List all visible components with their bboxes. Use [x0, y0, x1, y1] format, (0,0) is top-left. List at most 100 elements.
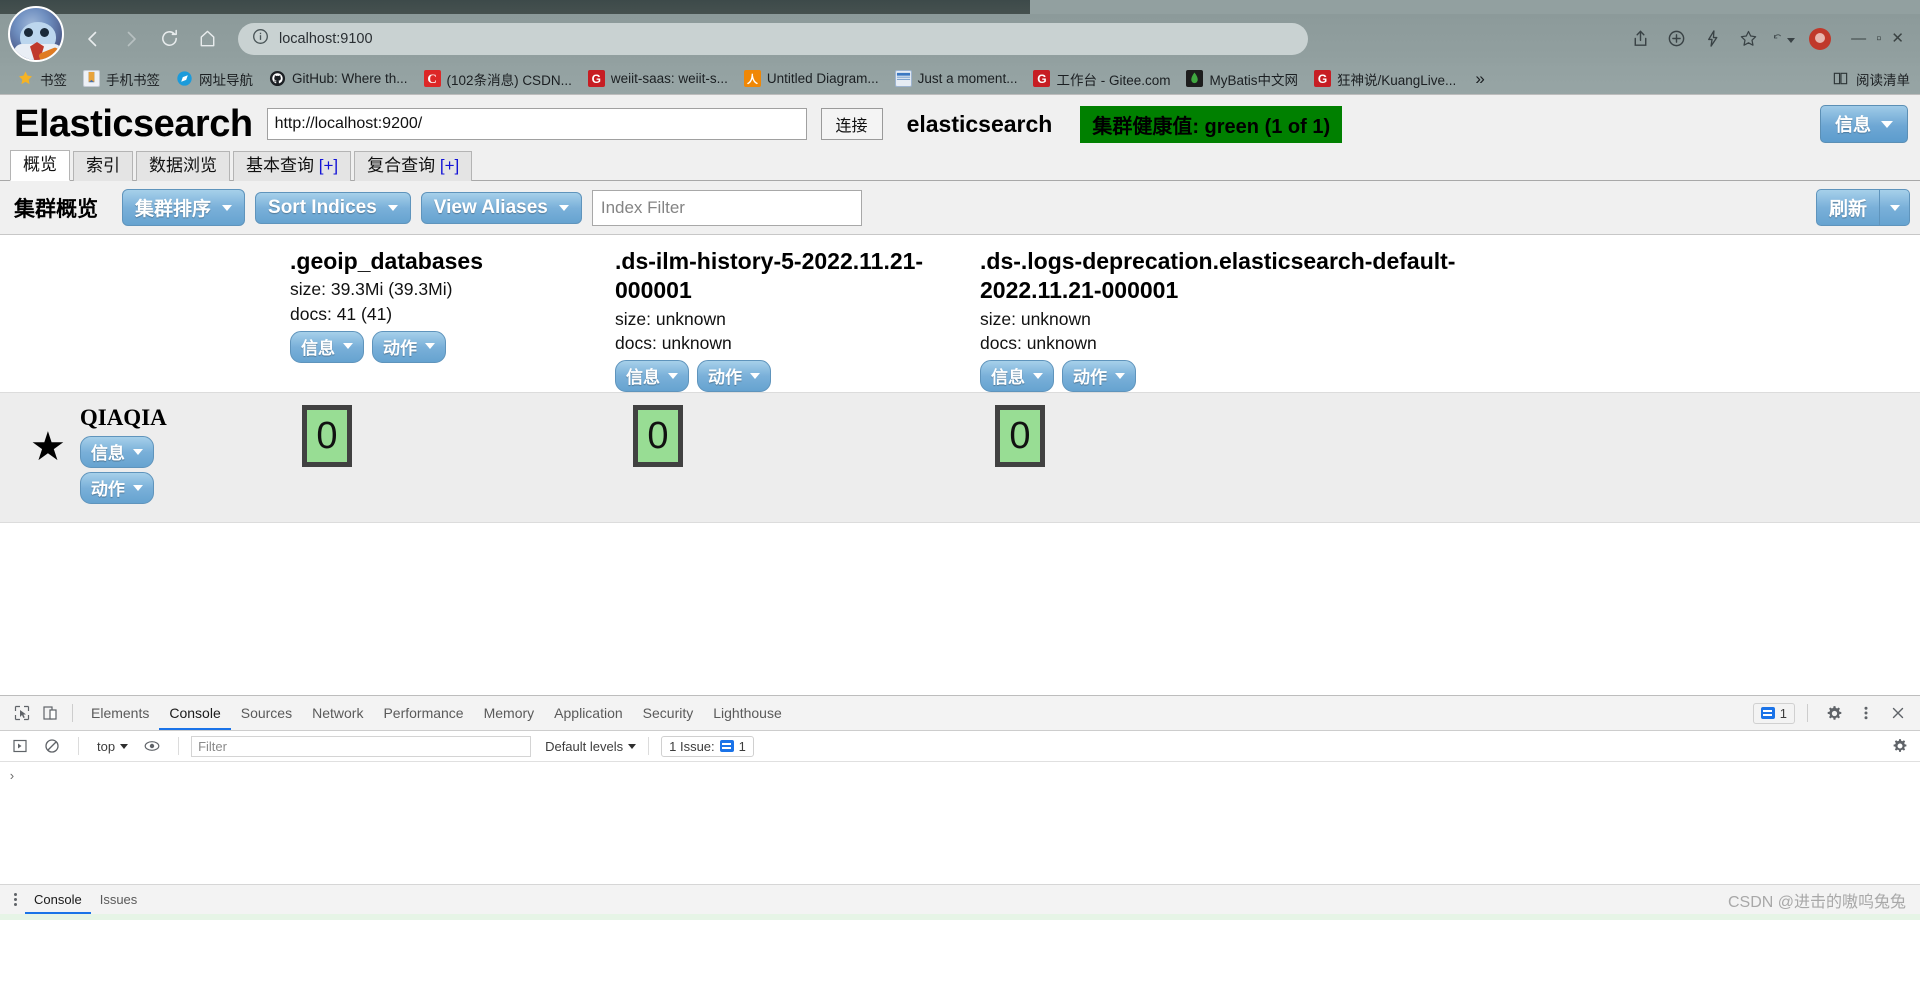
bookmark-item-7[interactable]: Just a moment... — [888, 68, 1025, 89]
bookmark-item-3[interactable]: GitHub: Where th... — [262, 68, 415, 89]
sort-indices-button[interactable]: Sort Indices — [255, 191, 411, 224]
node-info-button[interactable]: 信息 — [79, 436, 154, 469]
refresh-button[interactable]: 刷新 — [1815, 189, 1880, 226]
sort-cluster-button[interactable]: 集群排序 — [122, 189, 246, 226]
index-action-button[interactable]: 动作 — [1062, 360, 1136, 393]
gear-icon[interactable] — [1820, 699, 1848, 727]
tab-overview[interactable]: 概览 — [10, 150, 70, 181]
tab-indices[interactable]: 索引 — [73, 151, 133, 181]
issues-counter-button[interactable]: 1 — [1752, 702, 1795, 724]
console-issues-count: 1 — [738, 738, 746, 754]
es-url-input[interactable] — [266, 108, 807, 140]
shard-box[interactable]: 0 — [633, 405, 683, 468]
index-info-button[interactable]: 信息 — [980, 360, 1054, 393]
devtools-tab-memory[interactable]: Memory — [474, 697, 545, 730]
es-header-info-label: 信息 — [1835, 115, 1871, 135]
more-vertical-icon[interactable] — [6, 893, 25, 907]
shard-box[interactable]: 0 — [995, 405, 1045, 468]
bookmark-star-icon[interactable] — [1737, 28, 1759, 50]
bookmark-item-2[interactable]: 网址导航 — [169, 67, 260, 91]
site-info-icon[interactable] — [252, 28, 269, 50]
reading-list-button[interactable]: 阅读清单 — [1832, 69, 1914, 89]
console-context-label: top — [97, 738, 116, 754]
bookmark-item-0[interactable]: 书签 — [10, 67, 74, 91]
address-bar[interactable]: localhost:9100 — [238, 22, 1308, 55]
execute-snippet-icon[interactable] — [6, 732, 34, 760]
more-vertical-icon[interactable] — [1852, 699, 1880, 727]
devtools-panel: Elements Console Sources Network Perform… — [0, 695, 1920, 921]
drawer-tab-console[interactable]: Console — [25, 886, 91, 914]
console-levels-selector[interactable]: Default levels — [545, 739, 637, 754]
minimize-button[interactable]: — — [1851, 31, 1866, 46]
view-aliases-button[interactable]: View Aliases — [420, 191, 582, 224]
history-sync-icon[interactable] — [1773, 28, 1796, 50]
console-issues-chip[interactable]: 1 Issue: 1 — [661, 735, 754, 757]
console-output[interactable]: › — [0, 762, 1920, 885]
bookmark-item-6[interactable]: 人 Untitled Diagram... — [737, 68, 886, 89]
index-action-button[interactable]: 动作 — [372, 330, 446, 363]
reading-list-label: 阅读清单 — [1856, 72, 1910, 88]
chevron-down-icon — [558, 204, 569, 211]
lightning-icon[interactable] — [1701, 28, 1723, 50]
browser-chrome: localhost:9100 — ▫ ✕ 书签 手机书签 网址导航 GitHub… — [0, 0, 1920, 94]
share-icon[interactable] — [1629, 28, 1651, 50]
devtools-tab-sources[interactable]: Sources — [231, 697, 302, 730]
devtools-tab-elements[interactable]: Elements — [81, 697, 159, 730]
bookmark-item-10[interactable]: G 狂神说/KuangLive... — [1307, 67, 1463, 91]
tab-basic-query[interactable]: 基本查询 [+] — [233, 151, 352, 181]
devtools-tab-application[interactable]: Application — [544, 697, 633, 730]
reload-button[interactable] — [152, 22, 186, 56]
bookmarks-overflow-button[interactable]: » — [1469, 69, 1490, 89]
refresh-dropdown-button[interactable] — [1880, 189, 1910, 226]
close-window-button[interactable]: ✕ — [1891, 31, 1904, 46]
index-action-button[interactable]: 动作 — [697, 360, 771, 393]
console-filter-input[interactable] — [191, 735, 532, 757]
devtools-tab-security[interactable]: Security — [633, 697, 704, 730]
index-filter-input[interactable] — [591, 189, 862, 226]
index-size: size: 39.3Mi (39.3Mi) — [290, 279, 453, 300]
shard-box[interactable]: 0 — [302, 405, 352, 468]
user-avatar-icon[interactable] — [1809, 27, 1832, 50]
bookmark-label: 手机书签 — [106, 72, 160, 88]
drawer-tab-issues[interactable]: Issues — [91, 886, 147, 914]
bookmark-item-4[interactable]: C (102条消息) CSDN... — [417, 67, 579, 91]
console-context-selector[interactable]: top — [91, 737, 134, 756]
live-expression-icon[interactable] — [138, 732, 166, 760]
console-settings-gear-icon[interactable] — [1886, 732, 1914, 760]
tab-composite-query[interactable]: 复合查询 [+] — [354, 151, 473, 181]
bookmark-item-9[interactable]: MyBatis中文网 — [1179, 67, 1305, 91]
avatar-eye-right — [40, 28, 49, 37]
index-column-1: .ds-ilm-history-5-2022.11.21-000001 size… — [615, 247, 980, 393]
profile-avatar[interactable] — [8, 6, 64, 62]
filterbar-divider — [648, 737, 650, 756]
tab-plus: [+] — [318, 156, 339, 176]
bookmark-label: (102条消息) CSDN... — [446, 72, 572, 88]
devtools-tab-console[interactable]: Console — [159, 697, 231, 730]
filterbar-divider — [178, 737, 180, 756]
forward-button[interactable] — [114, 22, 148, 56]
close-icon[interactable] — [1884, 699, 1912, 727]
device-toolbar-icon[interactable] — [36, 699, 64, 727]
bookmark-item-5[interactable]: G weiit-saas: weiit-s... — [581, 68, 735, 89]
clear-console-icon[interactable] — [38, 732, 66, 760]
chevron-down-icon — [222, 204, 233, 211]
inspect-element-icon[interactable] — [8, 699, 36, 727]
devtools-tab-performance[interactable]: Performance — [373, 697, 473, 730]
home-button[interactable] — [190, 22, 224, 56]
back-button[interactable] — [76, 22, 110, 56]
github-icon — [269, 70, 286, 87]
bookmark-item-1[interactable]: 手机书签 — [76, 67, 167, 91]
tab-data-browse[interactable]: 数据浏览 — [136, 151, 230, 181]
es-tab-bar: 概览 索引 数据浏览 基本查询 [+] 复合查询 [+] — [0, 150, 1920, 181]
es-header-info-button[interactable]: 信息 — [1820, 105, 1908, 143]
bookmark-item-8[interactable]: G 工作台 - Gitee.com — [1026, 67, 1177, 91]
index-info-button[interactable]: 信息 — [290, 330, 364, 363]
devtools-tab-lighthouse[interactable]: Lighthouse — [703, 697, 792, 730]
es-connect-button[interactable]: 连接 — [820, 108, 883, 140]
maximize-button[interactable]: ▫ — [1876, 31, 1881, 46]
devtools-tab-network[interactable]: Network — [302, 697, 373, 730]
node-action-button[interactable]: 动作 — [79, 472, 154, 505]
zoom-icon[interactable] — [1665, 28, 1687, 50]
es-health-badge: 集群健康值: green (1 of 1) — [1080, 105, 1343, 143]
index-info-button[interactable]: 信息 — [615, 360, 689, 393]
